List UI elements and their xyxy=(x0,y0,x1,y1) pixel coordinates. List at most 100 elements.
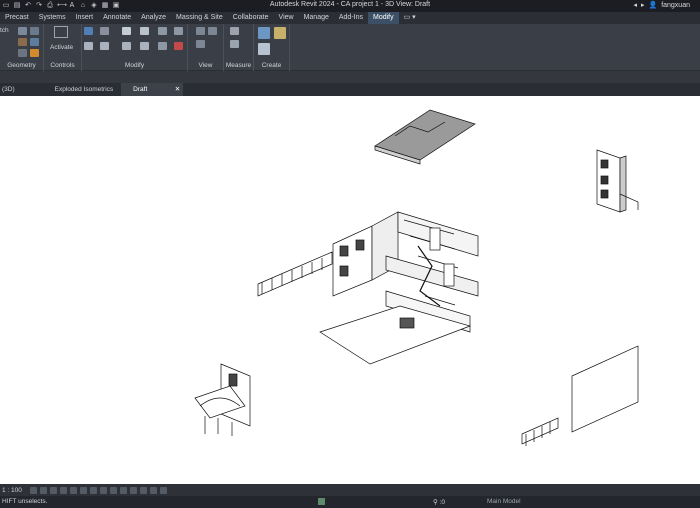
view-tab-exploded-label: Exploded Isometrics xyxy=(54,86,114,93)
tab-view[interactable]: View xyxy=(274,12,299,24)
create-parts-icon[interactable] xyxy=(258,27,270,39)
align-icon[interactable] xyxy=(84,27,93,35)
dimension-icon[interactable] xyxy=(230,40,239,48)
analytical-icon[interactable] xyxy=(139,486,147,494)
tab-analyze[interactable]: Analyze xyxy=(136,12,171,24)
paint-icon[interactable] xyxy=(18,49,27,57)
tab-manage[interactable]: Manage xyxy=(299,12,334,24)
active-model[interactable]: Main Model xyxy=(487,498,521,505)
tab-systems[interactable]: Systems xyxy=(34,12,71,24)
tab-modify[interactable]: Modify xyxy=(368,12,399,24)
balcony-element[interactable] xyxy=(194,363,251,436)
user-name[interactable]: fangxuan xyxy=(661,2,690,9)
detail-level-icon[interactable] xyxy=(29,486,37,494)
activate-icon[interactable] xyxy=(54,26,68,38)
panel-controls: Activate Controls xyxy=(44,24,82,71)
panel-create: Create xyxy=(254,24,290,71)
cut-icon[interactable] xyxy=(18,27,27,35)
user-icon[interactable]: 👤 xyxy=(648,1,657,9)
close-tab-icon[interactable]: ✕ xyxy=(175,83,180,96)
create-group-icon[interactable] xyxy=(258,43,270,55)
view-tab-exploded-isometrics[interactable]: Exploded Isometrics xyxy=(43,83,122,96)
mirror-axis-icon[interactable] xyxy=(122,27,131,35)
split-face-icon[interactable] xyxy=(30,38,39,46)
panel-label-measure: Measure xyxy=(225,62,252,69)
tab-annotate[interactable]: Annotate xyxy=(98,12,136,24)
view-tabs: (3D) Exploded Isometrics Draft ✕ xyxy=(0,83,700,96)
status-bar: HIFT unselects. ⚲ :0 Main Model xyxy=(0,496,700,508)
worksets-count[interactable]: ⚲ :0 xyxy=(433,498,445,506)
demolish-icon[interactable] xyxy=(30,49,39,57)
match-label[interactable]: tch xyxy=(0,27,9,34)
fwd-icon[interactable]: ▸ xyxy=(641,1,645,9)
panel-label-create: Create xyxy=(261,62,282,69)
roof-piece[interactable] xyxy=(374,109,476,165)
delete-icon[interactable] xyxy=(174,42,183,50)
view-tab-draft-label: Draft xyxy=(133,86,148,93)
constraints-icon[interactable] xyxy=(159,486,167,494)
rotate-icon[interactable] xyxy=(122,42,131,50)
status-message: HIFT unselects. xyxy=(2,498,48,505)
linework-icon[interactable] xyxy=(196,40,205,48)
panel-label-controls: Controls xyxy=(50,62,75,69)
worksharing-display-icon[interactable] xyxy=(129,486,137,494)
lock-view-icon[interactable] xyxy=(99,486,107,494)
railing-left[interactable] xyxy=(257,251,333,297)
hide-icon[interactable] xyxy=(196,27,205,35)
wall-join-icon[interactable] xyxy=(18,38,27,46)
ribbon: tch Geometry Activate Controls Modify Vi… xyxy=(0,24,700,71)
panel-geometry: tch Geometry xyxy=(0,24,44,71)
worksets-icon[interactable] xyxy=(318,498,325,505)
tab-massing-site[interactable]: Massing & Site xyxy=(171,12,228,24)
move-icon[interactable] xyxy=(84,42,93,50)
activate-button[interactable]: Activate xyxy=(50,44,73,51)
render-icon[interactable] xyxy=(69,486,77,494)
crop-view-icon[interactable] xyxy=(79,486,87,494)
view-control-icons xyxy=(29,486,167,494)
temp-hide-icon[interactable] xyxy=(109,486,117,494)
title-bar: ▭ ▤ ↶ ↷ ⎙ ⟷ A ⌂ ◈ ▦ ▣ Autodesk Revit 202… xyxy=(0,0,700,12)
trim-icon[interactable] xyxy=(140,42,149,50)
view-scale[interactable]: 1 : 100 xyxy=(2,487,22,494)
reveal-hidden-icon[interactable] xyxy=(119,486,127,494)
offset-icon[interactable] xyxy=(100,27,109,35)
panel-label-view: View xyxy=(198,62,213,69)
wall-panel[interactable] xyxy=(571,345,639,433)
view-tab-3d[interactable]: (3D) xyxy=(0,83,23,96)
join-icon[interactable] xyxy=(30,27,39,35)
pin-icon[interactable] xyxy=(174,27,183,35)
tab-precast[interactable]: Precast xyxy=(0,12,34,24)
drawing-canvas[interactable] xyxy=(0,96,700,484)
visual-style-icon[interactable] xyxy=(39,486,47,494)
tab-extra-dropdown[interactable]: ▭ ▾ xyxy=(399,12,421,24)
mirror-draw-icon[interactable] xyxy=(140,27,149,35)
exploded-building[interactable] xyxy=(319,211,479,365)
ribbon-tabs: Precast Systems Insert Annotate Analyze … xyxy=(0,12,700,24)
user-area: ◂ ▸ 👤 fangxuan xyxy=(633,1,690,10)
tower-element[interactable] xyxy=(596,149,639,213)
model-3d-view[interactable] xyxy=(0,96,700,484)
panel-modify: Modify xyxy=(82,24,188,71)
array-icon[interactable] xyxy=(158,42,167,50)
panel-measure: Measure xyxy=(224,24,254,71)
tab-insert[interactable]: Insert xyxy=(71,12,99,24)
copy-icon[interactable] xyxy=(100,42,109,50)
create-similar-icon[interactable] xyxy=(274,27,286,39)
tab-add-ins[interactable]: Add-Ins xyxy=(334,12,368,24)
railing-right[interactable] xyxy=(521,417,559,446)
view-tab-draft[interactable]: Draft ✕ xyxy=(121,83,184,96)
options-bar xyxy=(0,71,700,83)
panel-view: View xyxy=(188,24,224,71)
show-crop-icon[interactable] xyxy=(89,486,97,494)
split-icon[interactable] xyxy=(158,27,167,35)
tab-collaborate[interactable]: Collaborate xyxy=(228,12,274,24)
highlight-displacement-icon[interactable] xyxy=(149,486,157,494)
panel-label-modify: Modify xyxy=(124,62,145,69)
back-icon[interactable]: ◂ xyxy=(633,1,637,9)
window-title: Autodesk Revit 2024 - CA project 1 - 3D … xyxy=(269,1,431,8)
shadows-icon[interactable] xyxy=(59,486,67,494)
measure-tool-icon[interactable] xyxy=(230,27,239,35)
sun-path-icon[interactable] xyxy=(49,486,57,494)
override-icon[interactable] xyxy=(208,27,217,35)
worksets-value: :0 xyxy=(439,499,445,506)
